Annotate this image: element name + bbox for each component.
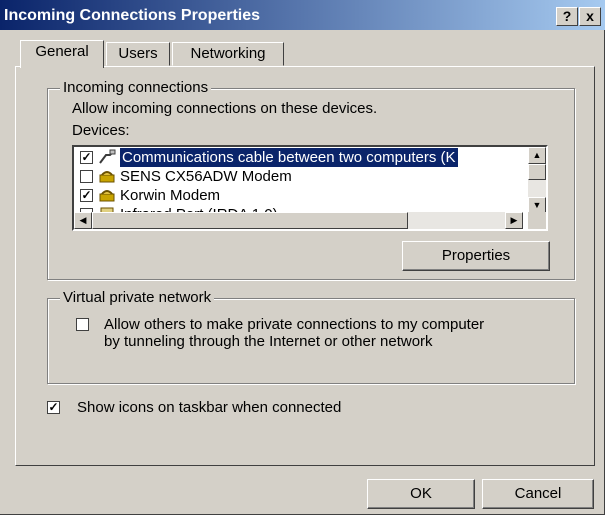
dialog-window: Incoming Connections Properties ? x Gene… — [0, 0, 605, 515]
list-item[interactable]: ✓ Communications cable between two compu… — [80, 148, 523, 167]
tab-networking[interactable]: Networking — [172, 42, 284, 66]
vpn-checkbox-label-line2[interactable]: by tunneling through the Internet or oth… — [104, 333, 433, 350]
devices-list[interactable]: ✓ Communications cable between two compu… — [72, 145, 548, 231]
window-title: Incoming Connections Properties — [4, 7, 261, 24]
tab-general[interactable]: General — [20, 40, 104, 68]
device-label: Korwin Modem — [120, 187, 221, 204]
cable-icon — [98, 149, 116, 165]
list-item[interactable]: ✓ Korwin Modem — [80, 186, 523, 205]
scrollbar-corner — [528, 212, 546, 229]
incoming-connections-label: Incoming connections — [60, 79, 212, 96]
device-label: Communications cable between two compute… — [120, 148, 458, 167]
ok-button[interactable]: OK — [367, 479, 475, 509]
close-button[interactable]: x — [579, 7, 601, 26]
modem-icon — [98, 187, 116, 203]
vpn-checkbox-label-line1[interactable]: Allow others to make private connections… — [104, 316, 484, 333]
taskbar-checkbox[interactable]: ✓ — [47, 401, 60, 414]
cancel-button[interactable]: Cancel — [482, 479, 594, 509]
help-button[interactable]: ? — [556, 7, 578, 26]
scroll-left-button[interactable]: ◀ — [74, 212, 92, 229]
modem-icon — [98, 168, 116, 184]
devices-vertical-scrollbar[interactable]: ▲ ▼ — [528, 147, 546, 214]
tab-users[interactable]: Users — [106, 42, 170, 66]
scroll-right-button[interactable]: ▶ — [505, 212, 523, 229]
device-checkbox[interactable]: ✓ — [80, 189, 93, 202]
properties-button[interactable]: Properties — [402, 241, 550, 271]
device-checkbox[interactable]: ✓ — [80, 151, 93, 164]
devices-horizontal-scrollbar[interactable]: ◀ ▶ — [74, 212, 523, 229]
taskbar-checkbox-label[interactable]: Show icons on taskbar when connected — [77, 399, 341, 416]
devices-label: Devices: — [72, 122, 130, 139]
vertical-scroll-thumb[interactable] — [528, 164, 546, 180]
scroll-up-button[interactable]: ▲ — [528, 147, 546, 164]
device-checkbox[interactable] — [80, 170, 93, 183]
devices-list-rows: ✓ Communications cable between two compu… — [74, 147, 523, 214]
title-bar[interactable]: Incoming Connections Properties ? x — [0, 0, 605, 30]
vpn-checkbox[interactable] — [76, 318, 89, 331]
vpn-group-label: Virtual private network — [60, 289, 215, 306]
incoming-instruction: Allow incoming connections on these devi… — [72, 100, 378, 117]
device-label: SENS CX56ADW Modem — [120, 168, 292, 185]
horizontal-scroll-thumb[interactable] — [92, 212, 408, 229]
list-item[interactable]: SENS CX56ADW Modem — [80, 167, 523, 186]
